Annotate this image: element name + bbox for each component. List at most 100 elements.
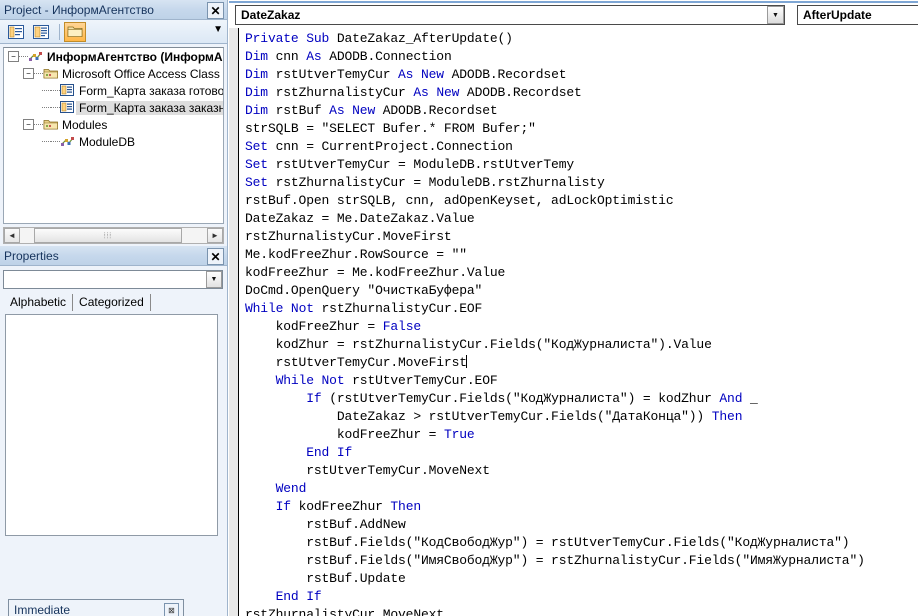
tree-item-class-objects[interactable]: − Microsoft Office Access Class Obj <box>4 65 223 82</box>
module-icon <box>60 135 76 149</box>
immediate-window: Immediate ⊠ ▲ ▼ ◄ ► <box>8 599 184 616</box>
procedure-combo[interactable]: AfterUpdate <box>797 5 918 25</box>
toggle-folders-icon[interactable] <box>64 21 86 42</box>
project-explorer-title: Project - ИнформАгентство <box>4 2 154 17</box>
code-keyword: As <box>329 103 353 118</box>
code-token: rstBuf.AddNew <box>245 517 406 532</box>
close-icon[interactable]: ✕ <box>207 248 224 265</box>
code-line: rstZhurnalistyCur.MoveFirst <box>245 228 918 246</box>
code-text[interactable]: Private Sub DateZakaz_AfterUpdate() Dim c… <box>239 28 918 616</box>
expander-icon[interactable]: − <box>23 119 34 130</box>
code-token: rstUtverTemyCur.MoveFirst <box>245 355 467 370</box>
tree-item-form-gotovogo[interactable]: Form_Карта заказа готовог <box>4 82 223 99</box>
toolbar-separator <box>59 23 60 40</box>
properties-object-combo[interactable]: ▼ <box>3 270 223 289</box>
close-icon[interactable]: ⊠ <box>164 603 179 616</box>
code-token: rstUtverTemyCur = ModuleDB.rstUtverTemy <box>275 157 575 172</box>
code-keyword: Then <box>390 499 422 514</box>
code-margin-indicator-bar[interactable] <box>229 28 239 616</box>
code-keyword: Set <box>245 139 276 154</box>
code-keyword: Wend <box>275 481 307 496</box>
tree-item-moduledb[interactable]: ModuleDB <box>4 133 223 150</box>
code-token: rstZhurnalistyCur.EOF <box>321 301 483 316</box>
code-keyword: Not <box>321 373 353 388</box>
code-token: ADODB.Recordset <box>466 85 582 100</box>
properties-list[interactable] <box>5 314 218 536</box>
code-line: Dim rstBuf As New ADODB.Recordset <box>245 102 918 120</box>
project-icon <box>28 50 44 64</box>
tree-line <box>42 89 51 92</box>
immediate-titlebar: Immediate ⊠ <box>9 600 183 616</box>
code-token: rstZhurnalistyCur.MoveFirst <box>245 229 452 244</box>
scroll-left-icon[interactable]: ◄ <box>4 228 20 243</box>
tab-categorized[interactable]: Categorized <box>73 294 151 311</box>
code-token: rstBuf.Fields("КодСвободЖур") = rstUtver… <box>245 535 850 550</box>
code-token: ADODB.Recordset <box>451 67 567 82</box>
code-line: Set rstUtverTemyCur = ModuleDB.rstUtverT… <box>245 156 918 174</box>
tree-item-label: Form_Карта заказа готовог <box>79 83 224 98</box>
code-keyword: New <box>436 85 467 100</box>
project-tree-hscrollbar[interactable]: ◄ ⦙⦙⦙ ► <box>3 227 224 244</box>
text-cursor <box>466 355 468 368</box>
code-token: cnn = CurrentProject.Connection <box>275 139 513 154</box>
code-line: Me.kodFreeZhur.RowSource = "" <box>245 246 918 264</box>
tab-alphabetic[interactable]: Alphabetic <box>4 294 74 311</box>
tree-item-modules[interactable]: − Modules <box>4 116 223 133</box>
code-token: rstUtverTemyCur <box>275 67 399 82</box>
code-line: Set cnn = CurrentProject.Connection <box>245 138 918 156</box>
code-line: kodFreeZhur = False <box>245 318 918 336</box>
code-token: DateZakaz_AfterUpdate() <box>336 31 513 46</box>
code-line: End If <box>245 444 918 462</box>
code-line: Dim rstUtverTemyCur As New ADODB.Records… <box>245 66 918 84</box>
code-line: kodFreeZhur = Me.kodFreeZhur.Value <box>245 264 918 282</box>
expander-icon[interactable]: − <box>23 68 34 79</box>
code-line: rstBuf.Fields("ИмяСвободЖур") = rstZhurn… <box>245 552 918 570</box>
code-token: ADODB.Connection <box>329 49 452 64</box>
code-line: DateZakaz = Me.DateZakaz.Value <box>245 210 918 228</box>
tree-line <box>42 106 51 109</box>
scroll-track[interactable]: ⦙⦙⦙ <box>20 228 207 243</box>
close-icon[interactable]: ✕ <box>207 2 224 19</box>
code-keyword: End <box>306 445 337 460</box>
code-keyword: As <box>398 67 421 82</box>
code-token: ADODB.Recordset <box>382 103 498 118</box>
code-keyword: End <box>275 589 307 604</box>
view-code-icon[interactable] <box>5 22 27 42</box>
view-object-icon[interactable] <box>30 22 52 42</box>
immediate-title: Immediate <box>14 603 71 616</box>
code-token: kodZhur = rstZhurnalistyCur.Fields("КодЖ… <box>245 337 712 352</box>
header-rule <box>229 0 918 4</box>
code-keyword: True <box>443 427 475 442</box>
code-editor[interactable]: Private Sub DateZakaz_AfterUpdate() Dim c… <box>229 28 918 616</box>
project-tree[interactable]: − ИнформАгентство (ИнформАг − Microsoft … <box>3 47 224 224</box>
code-token: rstBuf <box>275 103 330 118</box>
tree-item-form-zakaznogo[interactable]: Form_Карта заказа заказно <box>4 99 223 116</box>
vba-ide-window: Project - ИнформАгентство ✕ ▼ − ИнформАг… <box>0 0 918 616</box>
tree-line <box>51 89 60 92</box>
code-line: End If <box>245 588 918 606</box>
code-line: rstBuf.Open strSQLB, cnn, adOpenKeyset, … <box>245 192 918 210</box>
code-token: DateZakaz = Me.DateZakaz.Value <box>245 211 475 226</box>
tree-item-project[interactable]: − ИнформАгентство (ИнформАг <box>4 48 223 65</box>
code-keyword: Not <box>290 301 322 316</box>
project-explorer-titlebar: Project - ИнформАгентство ✕ <box>0 0 227 20</box>
scroll-right-icon[interactable]: ► <box>207 228 223 243</box>
code-keyword: And <box>719 391 751 406</box>
expander-icon[interactable]: − <box>8 51 19 62</box>
scroll-thumb[interactable]: ⦙⦙⦙ <box>34 228 182 243</box>
code-keyword: If <box>275 499 299 514</box>
code-token: rstBuf.Open strSQLB, cnn, adOpenKeyset, … <box>245 193 674 208</box>
properties-list-scrollbar[interactable] <box>219 314 225 536</box>
object-combo[interactable]: DateZakaz ▼ <box>235 5 785 25</box>
toolbar-overflow-icon[interactable]: ▼ <box>213 25 223 35</box>
chevron-down-icon[interactable]: ▼ <box>767 6 784 24</box>
code-keyword: As <box>306 49 330 64</box>
code-line: kodFreeZhur = True <box>245 426 918 444</box>
code-line: Set rstZhurnalistyCur = ModuleDB.rstZhur… <box>245 174 918 192</box>
chevron-down-icon[interactable]: ▼ <box>206 271 222 288</box>
